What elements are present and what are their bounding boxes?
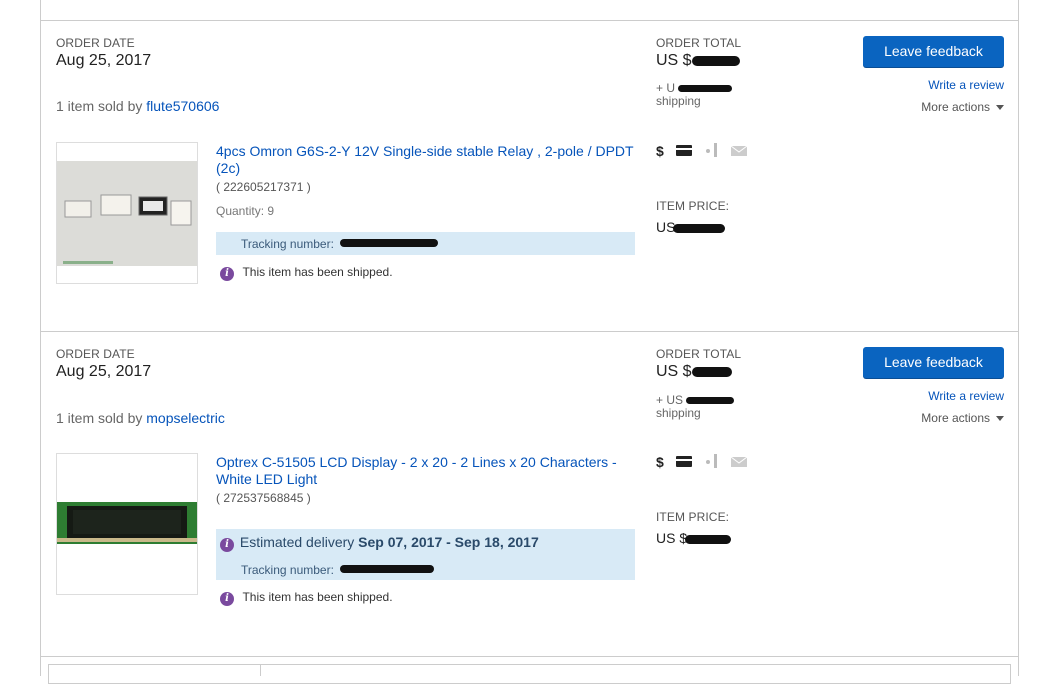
order-date: Aug 25, 2017: [56, 52, 152, 69]
leave-feedback-button[interactable]: Leave feedback: [863, 36, 1004, 67]
divider: [40, 331, 1019, 332]
shipped-status: i This item has been shipped.: [220, 263, 393, 281]
shipped-text: This item has been shipped.: [242, 590, 393, 604]
lcd-product-image: [57, 502, 197, 544]
item-title-link[interactable]: 4pcs Omron G6S-2-Y 12V Single-side stabl…: [216, 143, 636, 177]
order-date-label: ORDER DATE: [56, 347, 135, 361]
order-total: US $: [656, 363, 733, 381]
write-review-link[interactable]: Write a review: [863, 389, 1004, 403]
status-icons: $: [656, 142, 755, 160]
info-icon: i: [220, 538, 234, 552]
shipping-prefix: + U: [656, 81, 676, 95]
shipped-status: i This item has been shipped.: [220, 588, 393, 606]
chevron-down-icon: [996, 105, 1004, 111]
item-thumbnail[interactable]: [56, 142, 198, 284]
item-thumbnail[interactable]: [56, 453, 198, 595]
envelope-icon: [731, 454, 748, 470]
chevron-down-icon: [996, 416, 1004, 422]
divider: [40, 656, 1019, 657]
more-actions-label: More actions: [921, 411, 990, 425]
payment-card-icon: [675, 143, 692, 159]
shipping-truck-icon: [704, 453, 720, 471]
redaction-mark: [340, 239, 438, 247]
order-date: Aug 25, 2017: [56, 363, 152, 380]
item-price: US $: [656, 530, 732, 546]
shipping-cost: + US shipping: [656, 393, 735, 420]
item-quantity: Quantity: 9: [216, 204, 275, 218]
tracking-box: Tracking number:: [216, 232, 635, 255]
item-id: ( 222605217371 ): [216, 180, 311, 194]
status-icons: $: [656, 453, 755, 471]
seller-link[interactable]: mopselectric: [146, 410, 225, 426]
sold-by-prefix: 1 item sold by: [56, 410, 147, 426]
shipping-prefix: + US: [656, 393, 684, 407]
redaction-mark: [692, 366, 733, 377]
tracking-box: i Estimated delivery Sep 07, 2017 - Sep …: [216, 529, 635, 580]
redaction-mark: [340, 565, 434, 573]
info-icon: i: [220, 592, 234, 606]
redaction-mark: [678, 85, 733, 93]
sold-by: 1 item sold by mopselectric: [56, 410, 225, 426]
shipping-cost: + U shipping: [656, 81, 733, 108]
seller-link[interactable]: flute570606: [146, 98, 219, 114]
order-total-label: ORDER TOTAL: [656, 36, 742, 50]
sold-by-prefix: 1 item sold by: [56, 98, 147, 114]
shipping-label: shipping: [656, 406, 701, 420]
divider: [40, 20, 1019, 21]
order-total-value: US $: [656, 363, 692, 380]
redaction-mark: [686, 397, 735, 405]
shipping-truck-icon: [704, 142, 720, 160]
more-actions-dropdown[interactable]: More actions: [863, 100, 1004, 114]
shipping-label: shipping: [656, 94, 701, 108]
redaction-mark: [673, 223, 726, 233]
payment-card-icon: [675, 454, 692, 470]
more-actions-dropdown[interactable]: More actions: [863, 411, 1004, 425]
redaction-mark: [692, 55, 741, 66]
more-actions-label: More actions: [921, 100, 990, 114]
item-title-link[interactable]: Optrex C-51505 LCD Display - 2 x 20 - 2 …: [216, 454, 641, 488]
item-price-value: US $: [656, 530, 688, 546]
order-total: US $: [656, 52, 741, 70]
shipped-text: This item has been shipped.: [242, 265, 393, 279]
estimated-delivery: i Estimated delivery Sep 07, 2017 - Sep …: [220, 534, 539, 552]
redaction-mark: [685, 534, 732, 544]
order-total-value: US $: [656, 52, 692, 69]
write-review-link[interactable]: Write a review: [863, 78, 1004, 92]
estimated-dates: Sep 07, 2017 - Sep 18, 2017: [358, 534, 539, 550]
order-total-label: ORDER TOTAL: [656, 347, 742, 361]
tracking-label: Tracking number:: [241, 563, 334, 577]
item-price: US: [656, 219, 726, 235]
dollar-icon: $: [656, 143, 664, 160]
info-icon: i: [220, 267, 234, 281]
relay-product-image: [57, 161, 197, 266]
item-price-label: ITEM PRICE:: [656, 510, 730, 524]
sold-by: 1 item sold by flute570606: [56, 98, 219, 114]
dollar-icon: $: [656, 454, 664, 471]
divider: [260, 664, 261, 676]
tracking-label: Tracking number:: [241, 237, 334, 251]
next-order-card: [48, 664, 1011, 684]
item-price-label: ITEM PRICE:: [656, 199, 730, 213]
envelope-icon: [731, 143, 748, 159]
order-date-label: ORDER DATE: [56, 36, 135, 50]
leave-feedback-button[interactable]: Leave feedback: [863, 347, 1004, 378]
item-id: ( 272537568845 ): [216, 491, 311, 505]
estimated-label: Estimated delivery: [239, 534, 359, 550]
